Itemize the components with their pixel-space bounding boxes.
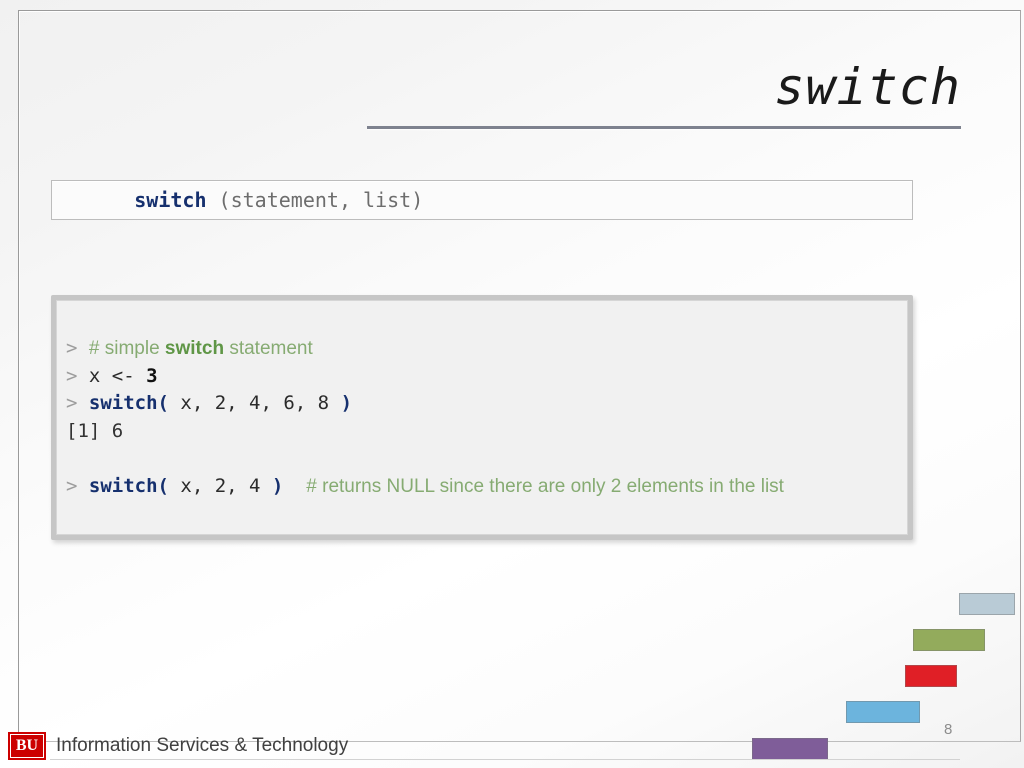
deco-bar-olive: [913, 629, 985, 651]
footer-org-name: Information Services & Technology: [56, 735, 349, 756]
code-line: > x <- 3: [66, 363, 907, 391]
code-segment: # simple: [88, 338, 165, 359]
code-segment: switch: [164, 338, 225, 359]
page-number: 8: [944, 721, 953, 738]
footer-divider: [50, 759, 960, 760]
code-prompt: >: [66, 364, 89, 387]
bu-logo: BU: [8, 732, 46, 760]
code-block: > # simple switch statement > x <- 3 > swi…: [51, 295, 913, 540]
code-line: > switch( x, 2, 4 ) # returns NULL since…: [66, 473, 907, 501]
code-segment: x <-: [88, 364, 147, 387]
code-segment: # returns NULL since there are only 2 el…: [306, 475, 784, 497]
syntax-signature: (statement, list): [206, 188, 424, 212]
bu-logo-text: BU: [15, 737, 39, 754]
deco-bar-steel: [959, 593, 1015, 615]
title-area: switch: [367, 58, 961, 116]
code-line: > switch( x, 2, 4, 6, 8 ): [66, 390, 907, 418]
code-segment: 3: [146, 364, 158, 387]
code-prompt: >: [66, 337, 89, 359]
deco-bar-red: [905, 665, 957, 687]
page-title: switch: [774, 58, 961, 116]
code-segment: switch(: [88, 474, 169, 497]
code-segment: ): [340, 392, 353, 414]
deco-bar-blue: [846, 701, 920, 723]
syntax-box: switch (statement, list): [51, 180, 913, 220]
code-segment: x, 2, 4: [168, 474, 272, 497]
code-prompt: >: [66, 474, 89, 497]
code-segment: switch(: [88, 392, 169, 414]
code-lines: > # simple switch statement > x <- 3 > swi…: [66, 335, 907, 500]
code-segment: [1] 6: [66, 419, 124, 442]
code-block-inner: > # simple switch statement > x <- 3 > swi…: [56, 300, 908, 535]
code-segment: ): [271, 474, 284, 497]
slide-canvas: switch switch (statement, list) > # simp…: [0, 0, 1024, 768]
code-prompt: >: [66, 392, 89, 414]
code-line: > # simple switch statement: [66, 335, 907, 363]
code-segment: statement: [224, 338, 313, 359]
footer: BU Information Services & Technology: [8, 732, 348, 760]
title-underline-rule: [367, 126, 961, 129]
code-line: [1] 6: [66, 418, 907, 446]
deco-bar-purple: [752, 738, 828, 760]
syntax-text: switch (statement, list): [52, 164, 423, 236]
syntax-keyword: switch: [134, 188, 207, 212]
code-segment: x, 2, 4, 6, 8: [168, 392, 341, 414]
